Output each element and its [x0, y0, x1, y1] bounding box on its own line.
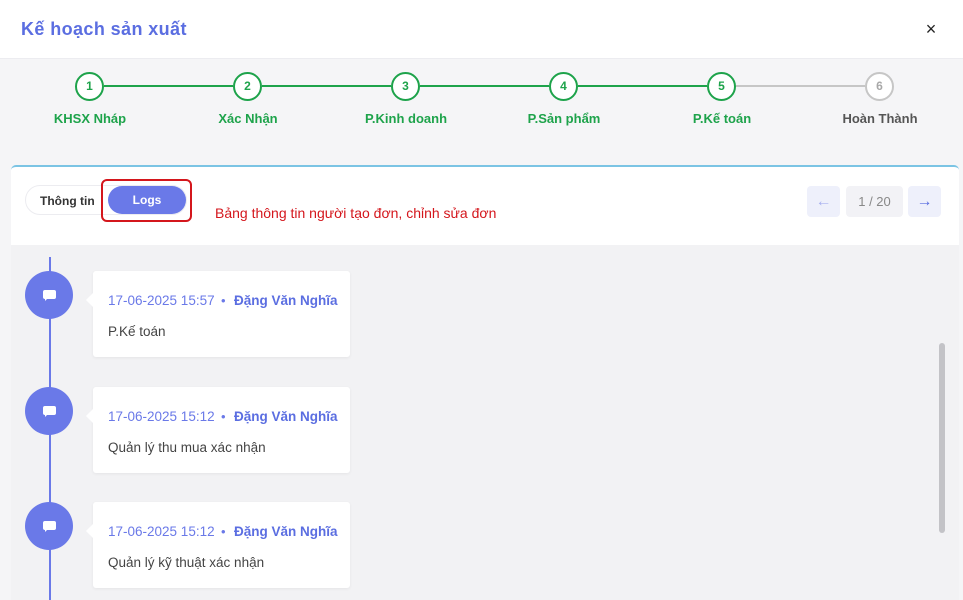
log-separator: • [221, 409, 226, 424]
log-item: 17-06-2025 15:12 • Đặng Văn Nghĩa Quản l… [11, 502, 411, 588]
log-separator: • [221, 524, 226, 539]
tab-info[interactable]: Thông tin [40, 194, 95, 208]
step-2-label: Xác Nhận [218, 111, 278, 126]
step-5-label: P.Kế toán [692, 111, 752, 126]
step-1-circle[interactable]: 1 [75, 72, 104, 101]
comment-icon [25, 502, 73, 550]
pager-next-button[interactable]: → [908, 186, 941, 217]
modal-header: Kế hoạch sản xuất × [0, 0, 963, 59]
pager-indicator: 1 / 20 [846, 186, 903, 217]
vertical-scrollbar[interactable] [939, 343, 945, 533]
log-author: Đặng Văn Nghĩa [234, 409, 338, 424]
arrow-left-icon: ← [815, 193, 832, 210]
log-action: Quản lý thu mua xác nhận [108, 440, 266, 455]
logs-card-header: Thông tin Logs Bảng thông tin người tạo … [11, 165, 959, 245]
step-6-circle[interactable]: 6 [865, 72, 894, 101]
step-1-label: KHSX Nháp [53, 111, 127, 126]
log-item: 17-06-2025 15:57 • Đặng Văn Nghĩa P.Kế t… [11, 271, 411, 357]
step-4-circle[interactable]: 4 [549, 72, 578, 101]
comment-icon [25, 271, 73, 319]
modal-title: Kế hoạch sản xuất [21, 19, 187, 39]
step-2-circle[interactable]: 2 [233, 72, 262, 101]
log-card: 17-06-2025 15:12 • Đặng Văn Nghĩa Quản l… [86, 502, 350, 588]
log-time: 17-06-2025 15:57 [108, 293, 215, 308]
log-author: Đặng Văn Nghĩa [234, 293, 338, 308]
log-item: 17-06-2025 15:12 • Đặng Văn Nghĩa Quản l… [11, 387, 411, 473]
log-action: P.Kế toán [108, 324, 166, 339]
log-card: 17-06-2025 15:12 • Đặng Văn Nghĩa Quản l… [86, 387, 350, 473]
logs-timeline: 17-06-2025 15:57 • Đặng Văn Nghĩa P.Kế t… [11, 245, 959, 600]
step-connector [104, 85, 233, 87]
log-author: Đặng Văn Nghĩa [234, 524, 338, 539]
comment-icon [25, 387, 73, 435]
annotation-text: Bảng thông tin người tạo đơn, chỉnh sửa … [215, 205, 497, 221]
log-time: 17-06-2025 15:12 [108, 409, 215, 424]
step-connector [420, 85, 549, 87]
annotation-highlight-box [101, 179, 192, 222]
close-icon[interactable]: × [921, 18, 941, 40]
step-connector [578, 85, 707, 87]
step-5-circle[interactable]: 5 [707, 72, 736, 101]
log-card: 17-06-2025 15:57 • Đặng Văn Nghĩa P.Kế t… [86, 271, 350, 357]
step-3-label: P.Kinh doanh [364, 111, 448, 126]
step-connector [736, 85, 865, 87]
pager-prev-button[interactable]: ← [807, 186, 840, 217]
progress-stepper: 1 2 3 4 5 6 KHSX Nháp Xác Nhận P.Kinh do… [0, 59, 963, 165]
step-3-circle[interactable]: 3 [391, 72, 420, 101]
log-time: 17-06-2025 15:12 [108, 524, 215, 539]
arrow-right-icon: → [916, 193, 933, 210]
log-separator: • [221, 293, 226, 308]
log-action: Quản lý kỹ thuật xác nhận [108, 555, 265, 570]
step-6-label: Hoàn Thành [842, 111, 918, 126]
step-connector [262, 85, 391, 87]
step-4-label: P.Sản phẩm [527, 111, 601, 126]
